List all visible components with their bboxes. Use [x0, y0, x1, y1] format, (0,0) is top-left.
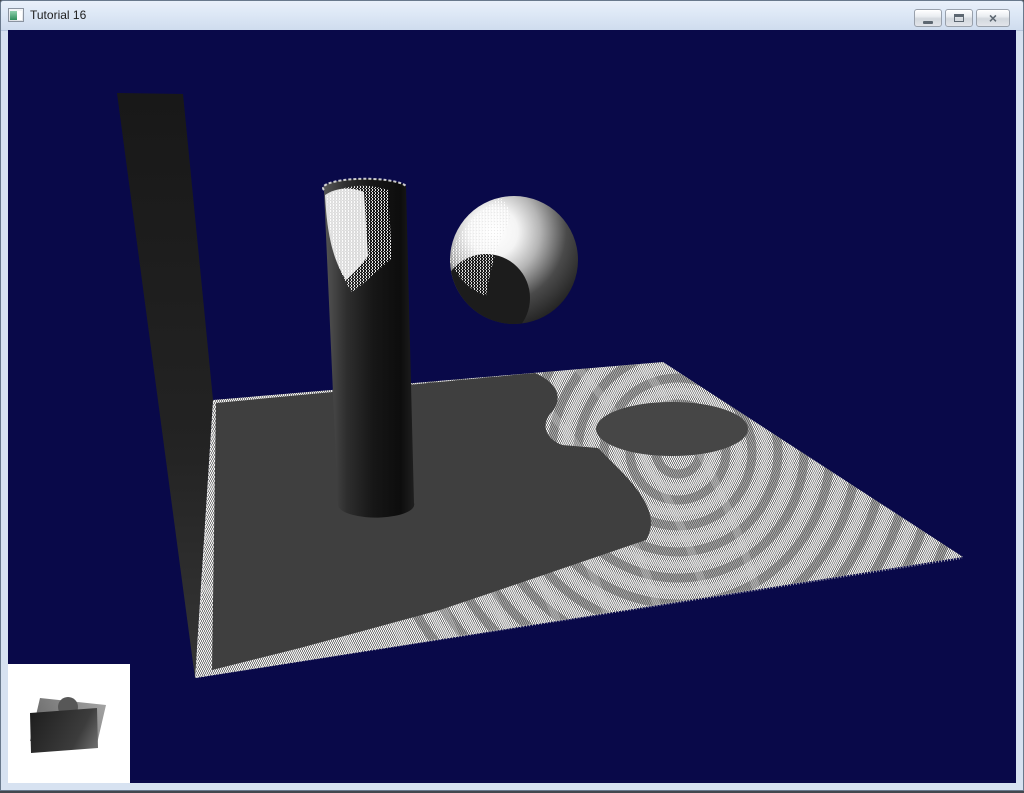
- sphere-shadow: [596, 402, 748, 456]
- close-button[interactable]: ×: [976, 9, 1010, 27]
- inset-wall-quad: [30, 708, 98, 753]
- shadow-map-preview: [8, 664, 130, 783]
- maximize-button[interactable]: [945, 9, 973, 27]
- cylinder: [323, 179, 414, 518]
- maximize-icon: [954, 14, 964, 22]
- minimize-button[interactable]: [914, 9, 942, 27]
- title-bar[interactable]: Tutorial 16 ×: [1, 1, 1023, 31]
- app-icon-green-pane: [10, 11, 17, 20]
- opengl-canvas[interactable]: [8, 30, 1016, 783]
- app-window: Tutorial 16 ×: [0, 0, 1024, 791]
- window-title: Tutorial 16: [30, 1, 86, 30]
- scene-3d: [8, 30, 1016, 783]
- window-controls: ×: [914, 9, 1010, 27]
- close-icon: ×: [989, 10, 997, 26]
- minimize-icon: [923, 21, 933, 24]
- app-icon-white-pane: [17, 11, 22, 20]
- app-window-icon[interactable]: [8, 8, 24, 22]
